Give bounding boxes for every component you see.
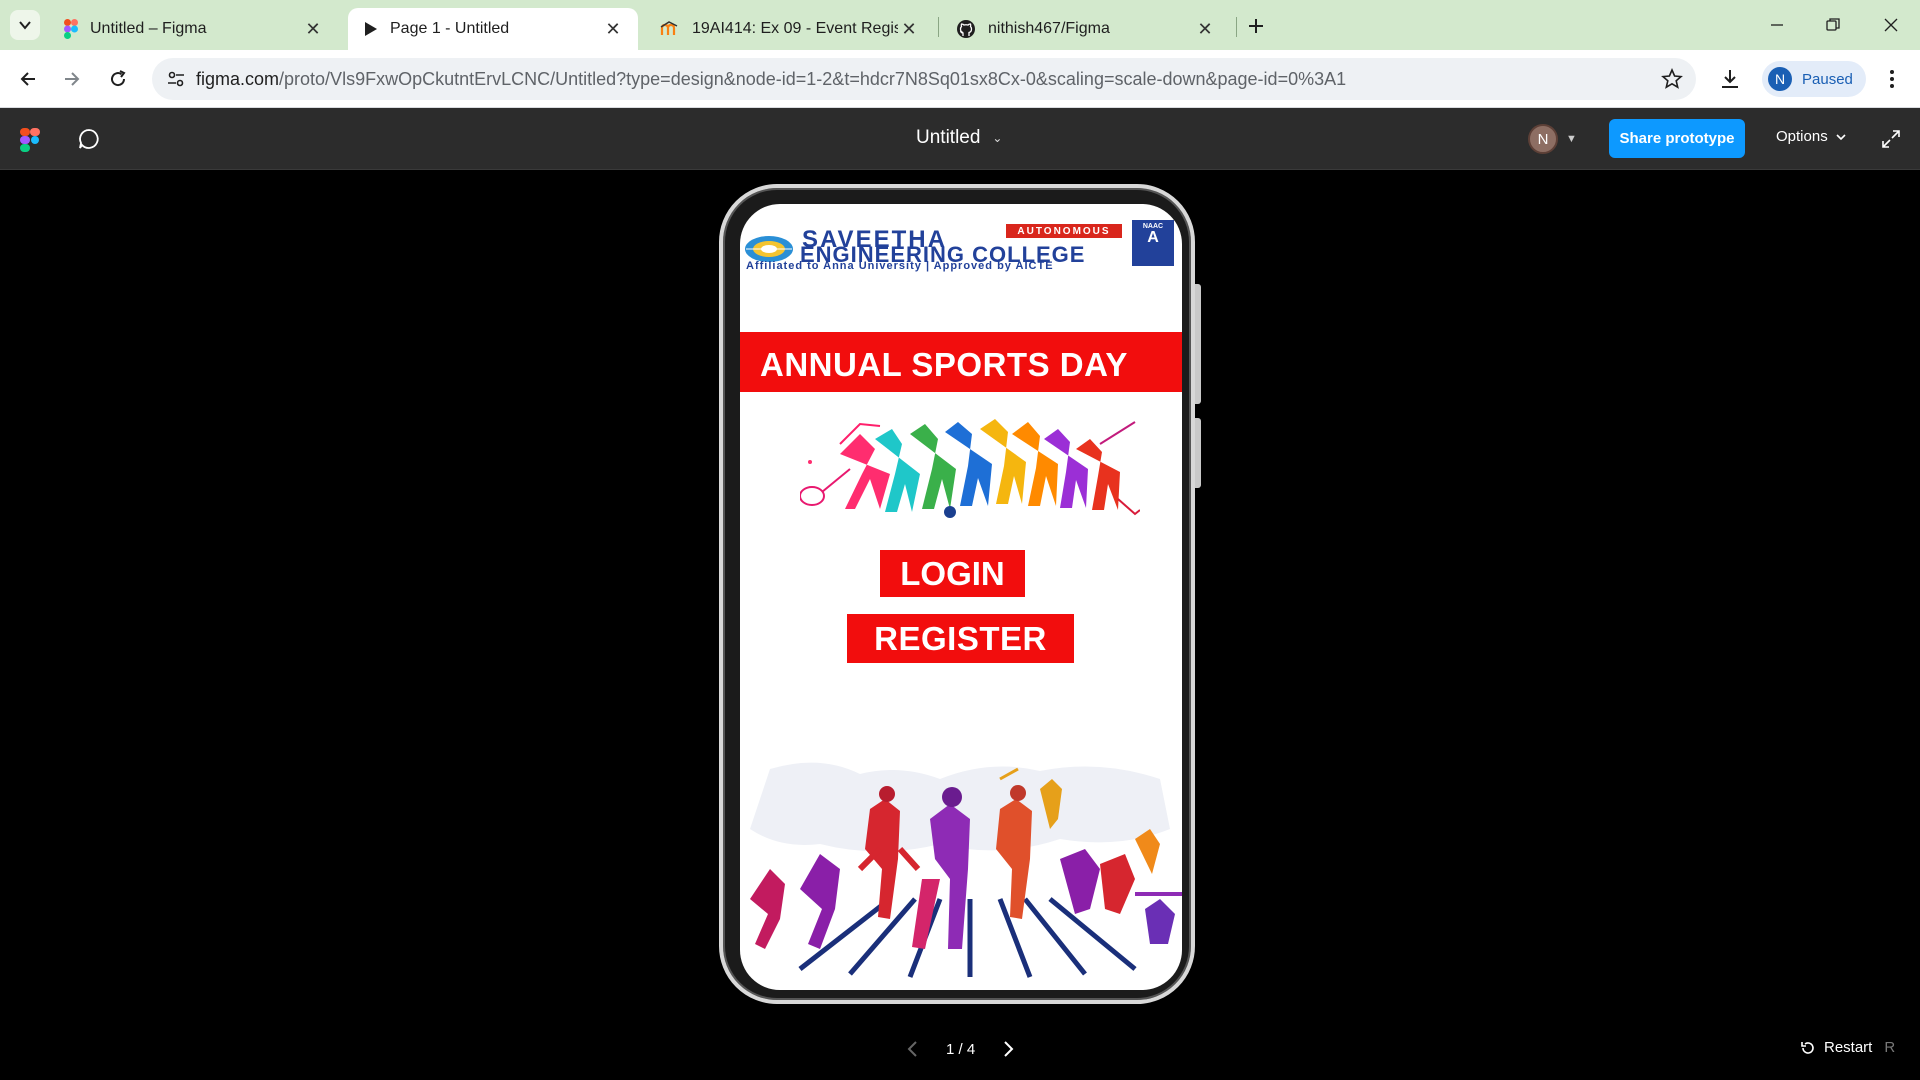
autonomous-badge: AUTONOMOUS [1006, 224, 1122, 238]
close-icon[interactable]: ✕ [1194, 18, 1216, 40]
github-icon [957, 20, 975, 38]
file-title-dropdown[interactable]: Untitled ⌄ [916, 127, 1002, 149]
naac-grade: A [1147, 229, 1159, 246]
new-tab-button[interactable] [1242, 12, 1270, 40]
moodle-icon [660, 21, 678, 35]
restart-button[interactable]: Restart R [1800, 1039, 1895, 1056]
browser-tab-moodle[interactable]: 19AI414: Ex 09 - Event Registrat ✕ [644, 8, 934, 50]
browser-toolbar: figma.com/proto/Vls9FxwOpCkutntErvLCNC/U… [0, 50, 1920, 108]
restart-label: Restart [1824, 1039, 1873, 1056]
arrow-right-icon [65, 72, 80, 86]
url-path: /proto/Vls9FxwOpCkutntErvLCNC/Untitled?t… [279, 69, 1347, 89]
comment-button[interactable] [74, 124, 104, 154]
browser-tab-strip: Untitled – Figma ✕ Page 1 - Untitled ✕ 1… [0, 0, 1920, 50]
restore-button[interactable] [1818, 10, 1848, 40]
options-label: Options [1776, 128, 1828, 145]
profile-button[interactable]: N Paused [1762, 61, 1866, 97]
avatar: N [1768, 67, 1792, 91]
url-text[interactable]: figma.com/proto/Vls9FxwOpCkutntErvLCNC/U… [196, 69, 1346, 90]
file-title: Untitled [916, 127, 981, 148]
college-affiliation: Affiliated to Anna University | Approved… [746, 260, 1054, 272]
arrow-left-icon [20, 72, 35, 86]
minimize-button[interactable] [1762, 10, 1792, 40]
reload-button[interactable] [102, 63, 134, 95]
browser-tab-figma[interactable]: Untitled – Figma ✕ [48, 8, 338, 50]
more-vertical-icon [1890, 70, 1894, 88]
login-button[interactable]: LOGIN [880, 550, 1025, 597]
bookmark-button[interactable] [1658, 65, 1686, 93]
chevron-right-icon [1004, 1041, 1014, 1057]
forward-button[interactable] [56, 63, 88, 95]
multiplayer-avatar[interactable]: N ▼ [1528, 122, 1590, 156]
play-icon [365, 22, 377, 36]
college-logo: SAVEETHA ENGINEERING COLLEGE Affiliated … [740, 218, 1182, 272]
window-close-button[interactable] [1876, 10, 1906, 40]
tab-separator [1236, 17, 1237, 37]
chevron-down-icon [19, 21, 31, 30]
back-button[interactable] [12, 63, 44, 95]
athletes-illustration [800, 419, 1140, 518]
tab-separator [938, 17, 939, 37]
browser-menu-button[interactable] [1876, 63, 1908, 95]
phone-frame: SAVEETHA ENGINEERING COLLEGE Affiliated … [719, 184, 1201, 1004]
options-dropdown[interactable]: Options [1776, 128, 1846, 145]
share-prototype-button[interactable]: Share prototype [1609, 119, 1745, 158]
close-icon[interactable]: ✕ [898, 18, 920, 40]
minimize-icon [1771, 24, 1783, 26]
prototype-screen: SAVEETHA ENGINEERING COLLEGE Affiliated … [740, 204, 1182, 990]
figma-prototype-header: Untitled ⌄ N ▼ Share prototype Options [0, 108, 1920, 170]
tab-title: Page 1 - Untitled [390, 20, 510, 37]
prototype-canvas: SAVEETHA ENGINEERING COLLEGE Affiliated … [0, 170, 1920, 1080]
phone-side-button [1195, 418, 1201, 488]
restart-icon [1801, 1041, 1814, 1054]
figma-logo-icon[interactable] [20, 128, 40, 152]
download-icon [1722, 70, 1738, 88]
close-icon[interactable]: ✕ [602, 18, 624, 40]
previous-frame-button[interactable] [900, 1036, 926, 1062]
reload-icon [111, 70, 126, 87]
address-bar[interactable]: figma.com/proto/Vls9FxwOpCkutntErvLCNC/U… [152, 58, 1696, 100]
browser-tab-prototype[interactable]: Page 1 - Untitled ✕ [348, 8, 638, 50]
expand-icon [1882, 130, 1900, 148]
comment-icon [79, 129, 99, 149]
naac-badge: NAAC A [1132, 220, 1174, 266]
close-icon [1884, 18, 1898, 32]
tab-title: Untitled – Figma [90, 20, 207, 37]
tune-icon [168, 71, 184, 87]
frame-counter: 1 / 4 [946, 1040, 976, 1058]
site-info-button[interactable] [162, 65, 190, 93]
profile-status: Paused [1802, 70, 1853, 88]
browser-tab-github[interactable]: nithish467/Figma ✕ [940, 8, 1230, 50]
restore-icon [1826, 18, 1840, 31]
tab-title: 19AI414: Ex 09 - Event Registrat [692, 20, 898, 37]
close-icon[interactable]: ✕ [302, 18, 324, 40]
url-host: figma.com [196, 69, 280, 89]
plus-icon [1249, 19, 1263, 33]
banner-title: ANNUAL SPORTS DAY [760, 346, 1128, 383]
chevron-left-icon [907, 1041, 917, 1057]
page-navigator: 1 / 4 [900, 1036, 1021, 1062]
tab-title: nithish467/Figma [988, 20, 1110, 37]
runners-illustration [750, 762, 1182, 978]
phone-side-button [1195, 284, 1201, 404]
sports-day-banner: ANNUAL SPORTS DAY [740, 332, 1182, 392]
next-frame-button[interactable] [995, 1036, 1021, 1062]
figma-icon [64, 19, 78, 39]
downloads-button[interactable] [1714, 63, 1746, 95]
avatar: N [1528, 124, 1558, 154]
restart-shortcut: R [1884, 1039, 1896, 1056]
chevron-down-icon [1836, 133, 1846, 140]
tab-search-button[interactable] [10, 10, 40, 40]
register-button[interactable]: REGISTER [847, 614, 1074, 663]
chevron-down-icon: ▼ [1566, 133, 1577, 145]
star-icon [1661, 68, 1683, 89]
chevron-down-icon: ⌄ [992, 131, 1003, 145]
fullscreen-button[interactable] [1878, 126, 1904, 152]
